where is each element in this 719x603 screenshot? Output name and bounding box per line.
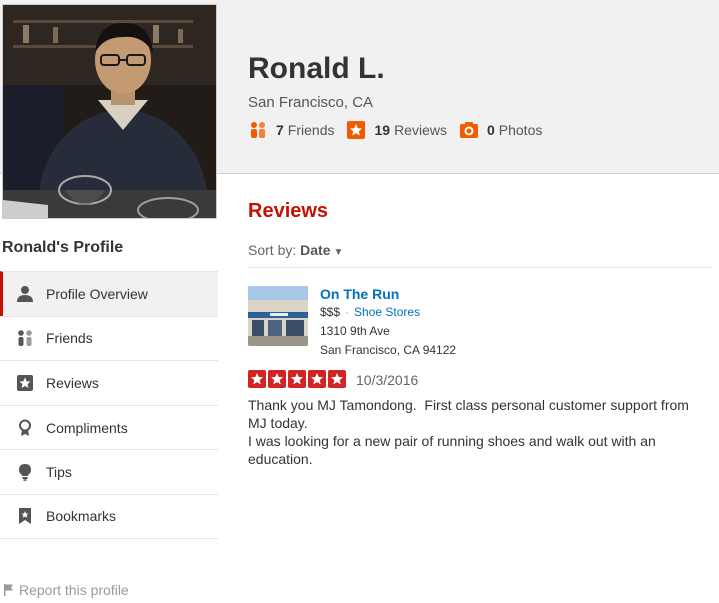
nav-item-label: Tips — [46, 464, 72, 481]
nav-item-label: Reviews — [46, 374, 99, 391]
profile-stats: 7 Friends 19 Reviews 0 Photos — [248, 120, 554, 140]
friends-label: Friends — [287, 122, 335, 138]
category-link[interactable]: Shoe Stores — [354, 305, 420, 319]
profile-location: San Francisco, CA — [248, 94, 374, 111]
friends-icon — [248, 120, 268, 140]
nav-item-tips[interactable]: Tips — [0, 449, 218, 494]
nav-item-friends[interactable]: Friends — [0, 315, 218, 361]
nav-item-compliments[interactable]: Compliments — [0, 404, 218, 450]
lightbulb-icon — [16, 463, 34, 481]
review-date: 10/3/2016 — [356, 372, 419, 388]
reviews-label: Reviews — [394, 122, 447, 138]
bookmark-icon — [16, 507, 34, 525]
business-address-line2: San Francisco, CA 94122 — [320, 343, 457, 357]
nav-item-profile-overview[interactable]: Profile Overview — [0, 271, 218, 316]
report-profile-link[interactable]: Report this profile — [4, 582, 129, 598]
nav-item-bookmarks[interactable]: Bookmarks — [0, 493, 218, 539]
award-icon — [16, 419, 34, 437]
profile-photo[interactable] — [2, 4, 217, 219]
sidebar-title: Ronald's Profile — [2, 239, 124, 256]
nav-item-label: Profile Overview — [46, 285, 148, 302]
business-name-link[interactable]: On The Run — [320, 286, 399, 302]
rating-star-icon — [308, 370, 326, 388]
caret-down-icon: ▼ — [333, 247, 344, 258]
nav-item-label: Compliments — [46, 419, 128, 436]
rating-star-icon — [288, 370, 306, 388]
rating-star-icon — [248, 370, 266, 388]
business-address-line1: 1310 9th Ave — [320, 324, 390, 338]
profile-nav: Profile Overview Friends Reviews Complim… — [0, 271, 218, 539]
nav-item-label: Bookmarks — [46, 508, 117, 525]
sort-prefix: Sort by: — [248, 242, 297, 258]
sort-value: Date — [300, 242, 331, 258]
review-text: Thank you MJ Tamondong. First class pers… — [248, 396, 708, 468]
person-icon — [16, 285, 34, 303]
stat-photos[interactable]: 0 Photos — [459, 120, 542, 140]
photos-count: 0 — [486, 122, 495, 138]
profile-name: Ronald L. — [248, 52, 385, 85]
friends-count: 7 — [276, 122, 284, 138]
star-icon — [16, 374, 34, 392]
photos-label: Photos — [498, 122, 543, 138]
rating-star-icon — [268, 370, 286, 388]
price-range: $$$ — [320, 305, 341, 319]
review-paragraph: I was looking for a new pair of running … — [248, 433, 656, 467]
star-rating — [248, 370, 348, 388]
business-photo[interactable] — [248, 286, 308, 346]
flag-icon — [4, 584, 14, 596]
rating-star-icon — [328, 370, 346, 388]
nav-item-reviews[interactable]: Reviews — [0, 360, 218, 405]
reviews-count: 19 — [374, 122, 391, 138]
friends-icon — [16, 329, 34, 347]
review-paragraph: Thank you MJ Tamondong. First class pers… — [248, 397, 693, 431]
divider — [248, 267, 713, 268]
stat-reviews[interactable]: 19 Reviews — [346, 120, 447, 140]
nav-item-label: Friends — [46, 330, 93, 347]
stat-friends[interactable]: 7 Friends — [248, 120, 334, 140]
camera-icon — [459, 120, 479, 140]
reviews-heading: Reviews — [248, 200, 329, 222]
review-star-icon — [346, 120, 366, 140]
business-meta: $$$ · Shoe Stores — [320, 305, 421, 319]
report-label: Report this profile — [19, 582, 129, 598]
sort-dropdown[interactable]: Sort by: Date ▼ — [248, 242, 343, 258]
